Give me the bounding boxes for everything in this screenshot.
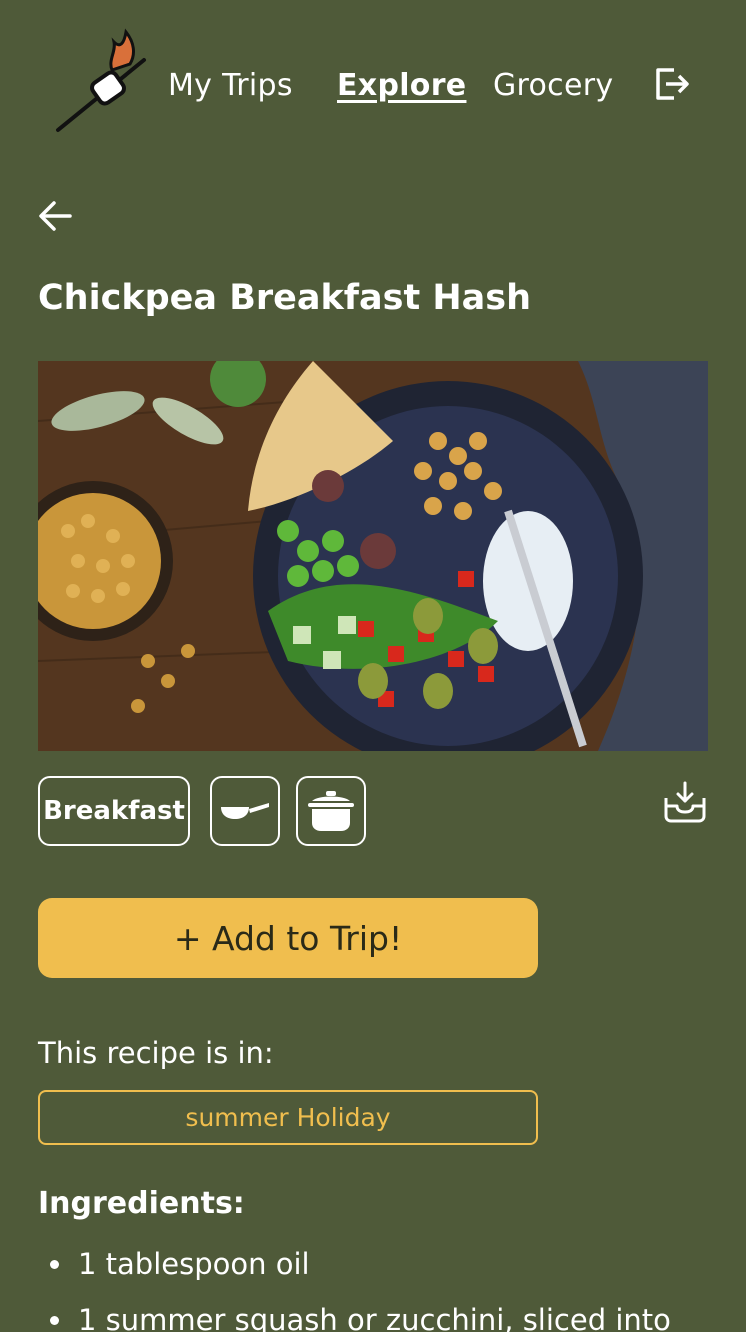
logout-icon[interactable] bbox=[652, 64, 692, 104]
cooking-pot-icon bbox=[308, 791, 354, 831]
ingredients-heading: Ingredients: bbox=[38, 1186, 245, 1221]
tag-equipment-pot bbox=[296, 776, 366, 846]
recipe-image bbox=[38, 361, 708, 751]
nav-link-grocery[interactable]: Grocery bbox=[493, 68, 613, 103]
top-nav: My Trips Explore Grocery bbox=[0, 0, 746, 170]
tag-meal-type: Breakfast bbox=[38, 776, 190, 846]
ingredient-item: 1 tablespoon oil bbox=[38, 1242, 718, 1298]
trip-chip[interactable]: summer Holiday bbox=[38, 1090, 538, 1145]
nav-link-my-trips[interactable]: My Trips bbox=[168, 68, 293, 103]
recipe-in-label: This recipe is in: bbox=[38, 1036, 274, 1070]
marshmallow-roast-icon[interactable] bbox=[50, 24, 150, 136]
download-tray-icon[interactable] bbox=[662, 780, 708, 824]
arrow-left-icon[interactable] bbox=[36, 196, 76, 236]
add-to-trip-button[interactable]: + Add to Trip! bbox=[38, 898, 538, 978]
frying-pan-icon bbox=[221, 803, 269, 819]
tag-equipment-pan bbox=[210, 776, 280, 846]
ingredient-item: 1 summer squash or zucchini, sliced into bbox=[38, 1298, 718, 1332]
ingredients-list: 1 tablespoon oil 1 summer squash or zucc… bbox=[38, 1242, 718, 1332]
nav-link-explore[interactable]: Explore bbox=[337, 68, 466, 103]
recipe-title: Chickpea Breakfast Hash bbox=[38, 278, 532, 318]
